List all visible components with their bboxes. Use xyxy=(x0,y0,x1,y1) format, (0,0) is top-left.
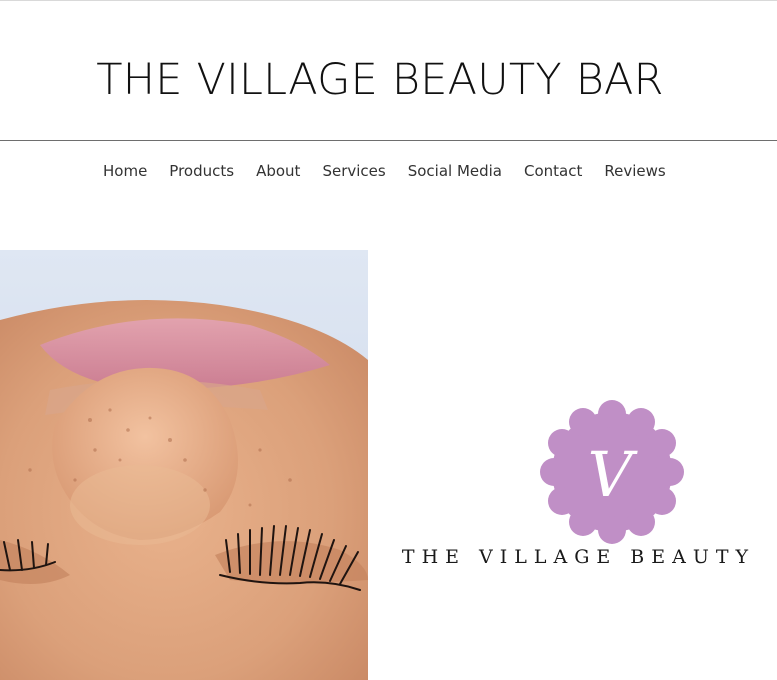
header-divider xyxy=(0,140,777,141)
nav-item-home[interactable]: Home xyxy=(92,162,158,180)
nav-item-social-media[interactable]: Social Media xyxy=(397,162,513,180)
logo-wordmark: THE VILLAGE BEAUTY xyxy=(401,546,756,568)
nav-item-contact[interactable]: Contact xyxy=(513,162,593,180)
logo-monogram: V xyxy=(588,438,639,511)
page: THE VILLAGE BEAUTY BAR Home Products Abo… xyxy=(0,0,777,680)
brand-logo[interactable]: V THE VILLAGE BEAUTY xyxy=(380,400,777,580)
top-border xyxy=(0,0,777,1)
nav-item-reviews[interactable]: Reviews xyxy=(593,162,676,180)
scalloped-badge-icon: V xyxy=(540,400,684,544)
nav-item-about[interactable]: About xyxy=(245,162,311,180)
hero-photo xyxy=(0,250,368,680)
nav-item-services[interactable]: Services xyxy=(311,162,396,180)
main-nav: Home Products About Services Social Medi… xyxy=(92,158,677,184)
nav-item-products[interactable]: Products xyxy=(158,162,245,180)
site-title[interactable]: THE VILLAGE BEAUTY BAR xyxy=(0,52,760,108)
face-closeup-image xyxy=(0,250,368,680)
